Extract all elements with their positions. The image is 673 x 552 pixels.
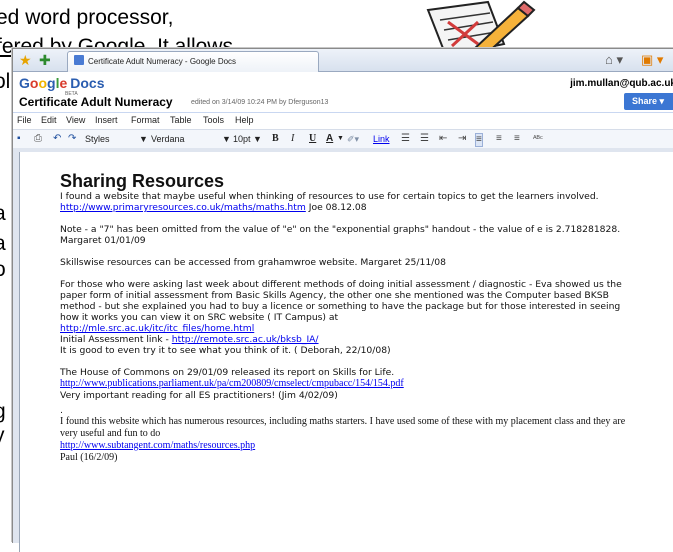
- add-favorites-icon[interactable]: ✚: [39, 52, 51, 68]
- paragraph-4-end: It is good to even try it to see what yo…: [60, 345, 391, 356]
- slide-fragment: ol: [0, 70, 11, 93]
- paragraph-6-sig: Paul (16/2/09): [60, 452, 118, 463]
- google-docs-logo[interactable]: Google Docs: [19, 75, 105, 91]
- highlight-color-icon[interactable]: ✐▾: [347, 133, 359, 145]
- edited-info: edited on 3/14/09 10:24 PM by Dferguson1…: [191, 99, 329, 106]
- chevron-down-icon[interactable]: ▼: [337, 133, 344, 145]
- browser-tab[interactable]: Certificate Adult Numeracy - Google Docs: [67, 51, 319, 72]
- spell-check-icon[interactable]: ᴬᴮᶜ: [533, 133, 543, 145]
- favorites-star-icon[interactable]: ★: [19, 52, 32, 68]
- slide-fragment: y: [0, 424, 5, 448]
- paragraph-6: I found this website which has numerous …: [60, 416, 626, 439]
- browser-tab-bar: ★ ✚ Certificate Adult Numeracy - Google …: [13, 49, 673, 72]
- paragraph-2: Note - a "7" has been omitted from the v…: [60, 224, 621, 246]
- docs-header: Google Docs BETA jim.mullan@qub.ac.uk Cer…: [13, 72, 673, 113]
- styles-dropdown[interactable]: Styles: [85, 133, 110, 145]
- feed-icon[interactable]: ▣ ▾: [641, 52, 663, 68]
- italic-button[interactable]: I: [291, 133, 294, 145]
- align-right-icon[interactable]: ≡: [514, 133, 520, 145]
- menu-file[interactable]: File: [17, 115, 32, 125]
- document-page[interactable]: Sharing Resources I found a website that…: [19, 152, 673, 552]
- bksb-link[interactable]: http://remote.src.ac.uk/bksb_IA/: [172, 334, 319, 345]
- paragraph-5: The House of Commons on 29/01/09 release…: [60, 367, 395, 378]
- src-mle-link[interactable]: http://mle.src.ac.uk/itc/itc_files/home.…: [60, 323, 254, 334]
- increase-indent-icon[interactable]: ⇥: [458, 133, 466, 145]
- home-icon[interactable]: ⌂ ▾: [605, 52, 623, 68]
- font-size-dropdown[interactable]: 10pt ▼: [233, 133, 262, 145]
- google-docs-favicon-icon: [74, 55, 84, 65]
- initial-assessment-line: Initial Assessment link - http://remote.…: [60, 334, 319, 345]
- formatting-toolbar: ▪ ⎙ ↶ ↷ Styles ▼ Verdana ▼ 10pt ▼ B I U …: [13, 129, 673, 150]
- print-icon[interactable]: ⎙: [34, 133, 42, 145]
- document-area: Sharing Resources I found a website that…: [13, 148, 673, 552]
- paragraph-1: I found a website that maybe useful when…: [60, 191, 599, 213]
- chevron-down-icon[interactable]: ▼: [139, 133, 148, 145]
- document-content[interactable]: Sharing Resources I found a website that…: [60, 171, 640, 464]
- slide-fragment: g: [0, 400, 6, 424]
- bulleted-list-icon[interactable]: ☰: [420, 133, 429, 145]
- menu-format[interactable]: Format: [131, 115, 160, 125]
- paragraph-5-end: Very important reading for all ES practi…: [60, 390, 338, 401]
- align-center-icon[interactable]: ≡: [496, 133, 502, 145]
- paragraph-4: For those who were asking last week abou…: [60, 279, 622, 323]
- underline-button[interactable]: U: [309, 133, 316, 145]
- font-dropdown[interactable]: Verdana: [151, 133, 185, 145]
- chevron-down-icon[interactable]: ▼: [222, 133, 231, 145]
- menu-edit[interactable]: Edit: [41, 115, 57, 125]
- undo-icon[interactable]: ↶: [53, 133, 61, 145]
- save-icon[interactable]: ▪: [17, 133, 21, 145]
- menu-bar: File Edit View Insert Format Table Tools…: [13, 113, 673, 129]
- share-button[interactable]: Share ▾: [624, 93, 673, 110]
- align-left-icon[interactable]: ≡: [475, 133, 483, 147]
- redo-icon[interactable]: ↷: [68, 133, 76, 145]
- paragraph-3: Skillswise resources can be accessed fro…: [60, 257, 446, 268]
- menu-view[interactable]: View: [66, 115, 85, 125]
- document-heading: Sharing Resources: [60, 171, 225, 191]
- document-title[interactable]: Certificate Adult Numeracy: [19, 95, 173, 109]
- user-email[interactable]: jim.mullan@qub.ac.uk: [570, 78, 673, 89]
- bold-button[interactable]: B: [272, 133, 279, 145]
- primaryresources-link[interactable]: http://www.primaryresources.co.uk/maths/…: [60, 202, 306, 213]
- browser-window: ★ ✚ Certificate Adult Numeracy - Google …: [12, 48, 673, 552]
- numbered-list-icon[interactable]: ☰: [401, 133, 410, 145]
- menu-insert[interactable]: Insert: [95, 115, 118, 125]
- text-color-button[interactable]: A: [326, 133, 333, 145]
- decrease-indent-icon[interactable]: ⇤: [439, 133, 447, 145]
- paragraph-6-dot: .: [60, 405, 63, 416]
- menu-table[interactable]: Table: [170, 115, 192, 125]
- slide-fragment: o: [0, 258, 6, 282]
- link-button[interactable]: Link: [373, 133, 390, 145]
- slide-text-line-1: ed word processor,: [0, 6, 174, 29]
- slide-fragment: a: [0, 232, 6, 256]
- parliament-report-link[interactable]: http://www.publications.parliament.uk/pa…: [60, 378, 404, 389]
- menu-tools[interactable]: Tools: [203, 115, 224, 125]
- menu-help[interactable]: Help: [235, 115, 254, 125]
- tab-title: Certificate Adult Numeracy - Google Docs: [88, 57, 237, 66]
- subtangent-link[interactable]: http://www.subtangent.com/maths/resource…: [60, 440, 255, 451]
- slide-fragment: a: [0, 202, 6, 226]
